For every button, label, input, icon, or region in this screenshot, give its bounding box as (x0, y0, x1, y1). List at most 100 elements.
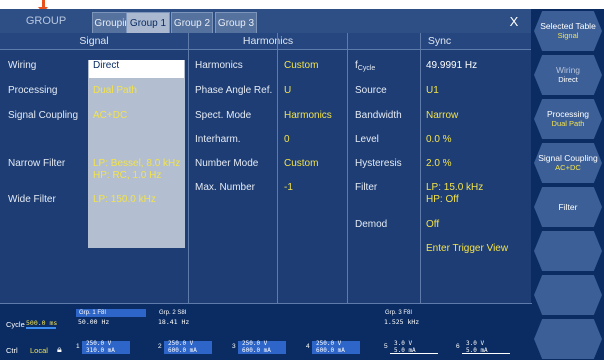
harmonics-column-header: Harmonics (189, 33, 347, 50)
softkey-signal-coupling[interactable]: Signal Coupling AC+DC (534, 143, 602, 183)
instrument-screen: GROUP Grouping Group 1 Group 2 Group 3 X… (0, 9, 604, 360)
narrow-filter-label: Narrow Filter (8, 158, 66, 169)
cycle-value[interactable]: 500.0 ms (26, 319, 57, 327)
softkey-label: Selected Table (540, 21, 596, 31)
channel-2-range[interactable]: 250.0 V 600.0 mA (164, 340, 212, 354)
phase-angle-ref-label: Phase Angle Ref. (195, 85, 273, 96)
interharm-value[interactable]: 0 (284, 134, 290, 145)
channel-number-3: 3 (232, 343, 236, 350)
softkey-value: Dual Path (551, 119, 585, 128)
sync-column-header: Sync (348, 33, 531, 50)
softkey-label: Filter (558, 202, 578, 212)
channel-3-current: 600.0 mA (242, 346, 271, 354)
tab-bar: GROUP Grouping Group 1 Group 2 Group 3 X (0, 9, 531, 33)
grp1-frequency: 50.00 Hz (78, 318, 110, 326)
softkey-empty-3[interactable] (534, 319, 602, 359)
filter-lp-value[interactable]: LP: 15.0 kHz (426, 182, 483, 193)
channel-2-current: 600.0 mA (168, 346, 197, 354)
wide-filter-value[interactable]: LP: 150.0 kHz (93, 194, 156, 205)
signal-coupling-label: Signal Coupling (8, 110, 79, 121)
source-value[interactable]: U1 (426, 85, 439, 96)
channel-5-range[interactable]: 3.0 V 5.0 mA (390, 340, 438, 354)
processing-value[interactable]: Dual Path (93, 85, 137, 96)
tab-group-3[interactable]: Group 3 (215, 12, 257, 33)
hysteresis-label: Hysteresis (355, 158, 402, 169)
softkey-empty-2[interactable] (534, 275, 602, 315)
cycle-progress-bar (26, 327, 56, 329)
narrow-filter-lp-value[interactable]: LP: Bessel, 8.0 kHz (93, 158, 180, 169)
softkey-value: Direct (558, 75, 578, 84)
softkey-label: Processing (546, 109, 590, 119)
softkey-label: Signal Coupling (538, 153, 598, 163)
column-divider (347, 33, 348, 303)
column-divider (420, 33, 421, 303)
grp3-frequency: 1.525 kHz (384, 318, 420, 326)
level-value[interactable]: 0.0 % (426, 134, 452, 145)
f-cycle-subscript: Cycle (357, 65, 376, 72)
softkey-wiring[interactable]: Wiring Direct (534, 55, 602, 95)
softkey-processing[interactable]: Processing Dual Path (534, 99, 602, 139)
tab-group-1[interactable]: Group 1 (126, 12, 170, 33)
filter-label: Filter (355, 182, 378, 193)
ctrl-value: Local (30, 346, 48, 355)
top-margin (0, 0, 604, 8)
harmonics-label: Harmonics (195, 60, 243, 71)
channel-number-1: 1 (76, 343, 80, 350)
softkey-selected-table[interactable]: Selected Table Signal (534, 11, 602, 51)
wide-filter-label: Wide Filter (8, 194, 56, 205)
max-number-value[interactable]: -1 (284, 182, 293, 193)
channel-5-current: 5.0 mA (394, 346, 416, 354)
ctrl-label: Ctrl (6, 346, 18, 355)
group-label: GROUP (25, 15, 67, 27)
softkey-filter[interactable]: Filter (534, 187, 602, 227)
harmonics-value[interactable]: Custom (284, 60, 318, 71)
interharm-label: Interharm. (195, 134, 241, 145)
channel-4-current: 600.0 mA (316, 346, 345, 354)
spect-mode-value[interactable]: Harmonics (284, 110, 332, 121)
phase-angle-ref-value[interactable]: U (284, 85, 291, 96)
softkey-value: Signal (557, 31, 579, 40)
filter-hp-value[interactable]: HP: Off (426, 194, 459, 205)
channel-3-range[interactable]: 250.0 V 600.0 mA (238, 340, 286, 354)
signal-column-header: Signal (0, 33, 188, 50)
wiring-label: Wiring (8, 60, 37, 71)
column-divider (277, 33, 278, 303)
grp2-frequency: 18.41 Hz (158, 318, 190, 326)
channel-6-current: 5.0 mA (466, 346, 488, 354)
softkey-label: Wiring (555, 65, 581, 75)
hysteresis-value[interactable]: 2.0 % (426, 158, 452, 169)
f-cycle-label: fCycle (355, 60, 376, 72)
demod-label: Demod (355, 219, 388, 230)
channel-6-range[interactable]: 3.0 V 5.0 mA (462, 340, 510, 354)
softkey-empty-1[interactable] (534, 231, 602, 271)
channel-1-range[interactable]: 250.0 V 310.0 mA (82, 340, 130, 354)
column-divider (188, 33, 189, 303)
channel-number-4: 4 (306, 343, 310, 350)
enter-trigger-view-link[interactable]: Enter Trigger View (426, 243, 508, 254)
softkey-value: AC+DC (555, 163, 581, 172)
source-label: Source (355, 85, 387, 96)
channel-1-current: 310.0 mA (86, 346, 115, 354)
cycle-label: Cycle (6, 320, 25, 329)
channel-4-range[interactable]: 250.0 V 600.0 mA (312, 340, 360, 354)
number-mode-value[interactable]: Custom (284, 158, 318, 169)
status-bar: Cycle 500.0 ms Ctrl Local 🔒︎ Grp. 1 F8I … (0, 303, 532, 360)
tab-group-2[interactable]: Group 2 (171, 12, 213, 33)
processing-label: Processing (8, 85, 58, 96)
bandwidth-label: Bandwidth (355, 110, 402, 121)
number-mode-label: Number Mode (195, 158, 259, 169)
settings-table: Signal Harmonics Sync Wiring Direct Proc… (0, 33, 531, 303)
close-button[interactable]: X (502, 13, 526, 31)
channel-number-2: 2 (158, 343, 162, 350)
wiring-value[interactable]: Direct (93, 60, 119, 71)
spect-mode-label: Spect. Mode (195, 110, 252, 121)
grp1-header: Grp. 1 F8I (76, 309, 146, 317)
level-label: Level (355, 134, 379, 145)
narrow-filter-hp-value[interactable]: HP: RC, 1.0 Hz (93, 170, 161, 181)
max-number-label: Max. Number (195, 182, 256, 193)
channel-number-6: 6 (456, 343, 460, 350)
channel-number-5: 5 (384, 343, 388, 350)
signal-coupling-value[interactable]: AC+DC (93, 110, 127, 121)
bandwidth-value[interactable]: Narrow (426, 110, 458, 121)
demod-value[interactable]: Off (426, 219, 439, 230)
